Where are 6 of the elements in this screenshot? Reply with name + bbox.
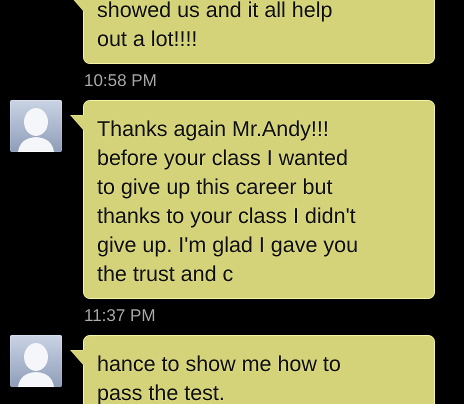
message-time: 11:37 PM [84,305,157,327]
avatar-icon[interactable] [10,100,62,152]
message-text: Thanks again Mr.Andy!!! before your class I wanted to give up this career but thanks to your class I didn't give up. I'm glad I gave you the trust and c [97,116,360,288]
avatar-icon[interactable] [10,335,62,387]
message-time: 10:58 PM [84,70,158,92]
message-text: showed us and it all help out a lot!!!! [97,0,334,53]
